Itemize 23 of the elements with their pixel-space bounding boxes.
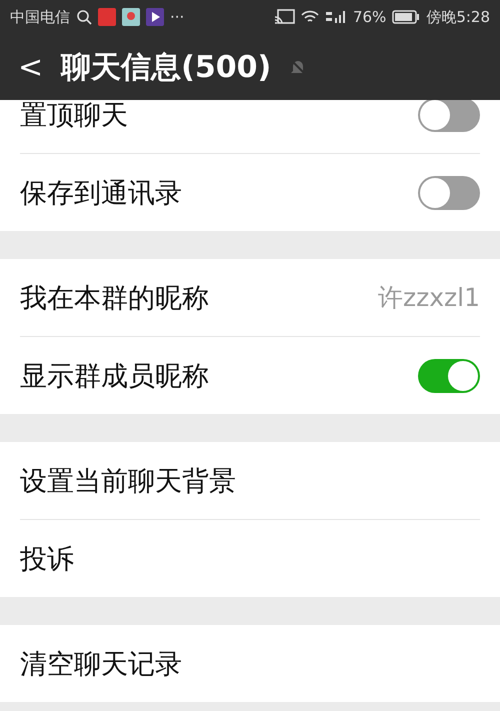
battery-icon <box>392 10 420 24</box>
setting-label[interactable]: 清空聊天记录 <box>20 646 182 682</box>
setting-value: 许zzxzl1 <box>378 282 480 314</box>
setting-label: 显示群成员昵称 <box>20 360 209 394</box>
setting-label[interactable]: 我在本群的昵称 <box>20 280 209 316</box>
toggle-switch[interactable] <box>418 358 480 392</box>
play-app-icon <box>146 8 164 26</box>
setting-label[interactable]: 设置当前聊天背景 <box>20 462 236 498</box>
carrier-text: 中国电信 <box>10 8 70 26</box>
more-notifications-text: ··· <box>170 8 184 26</box>
setting-label[interactable]: 投诉 <box>20 540 74 576</box>
wifi-icon <box>300 10 319 24</box>
setting-label: 保存到通讯录 <box>20 176 182 210</box>
toggle-switch[interactable] <box>418 176 480 210</box>
toggle-switch[interactable] <box>418 100 480 132</box>
setting-label: 置顶聊天 <box>20 100 128 132</box>
signal-icon <box>324 9 347 25</box>
clock-text: 傍晚5:28 <box>426 8 490 26</box>
back-button[interactable]: < <box>18 50 44 84</box>
chat-info-title: 聊天信息(500) <box>61 48 272 86</box>
cast-icon <box>274 9 295 25</box>
search-icon <box>76 9 92 25</box>
battery-percent: 76% <box>352 8 386 26</box>
